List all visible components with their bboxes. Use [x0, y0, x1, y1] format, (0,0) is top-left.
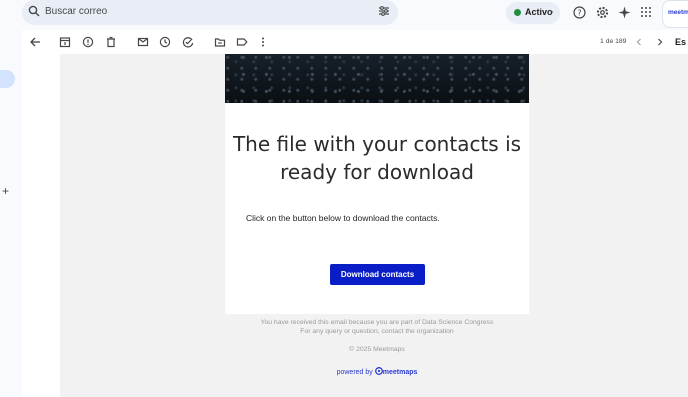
- search-icon[interactable]: [28, 5, 40, 21]
- chevron-down-icon: ⌄: [549, 8, 555, 15]
- help-icon[interactable]: ?: [573, 6, 586, 23]
- plus-icon[interactable]: +: [2, 184, 9, 198]
- archive-icon[interactable]: [59, 36, 71, 52]
- status-dot: [514, 9, 521, 16]
- move-icon[interactable]: [214, 36, 226, 52]
- report-icon[interactable]: [82, 36, 94, 52]
- meetmaps-logo-icon: [374, 367, 383, 377]
- label-icon[interactable]: [236, 36, 248, 52]
- snooze-icon[interactable]: [159, 36, 171, 52]
- footer-notice-line-1: You have received this email because you…: [260, 319, 494, 326]
- download-contacts-button[interactable]: Download contacts: [330, 264, 425, 285]
- email-hero-image: [225, 54, 529, 103]
- filter-icon[interactable]: [378, 5, 390, 21]
- copyright-text: © 2025 Meetmaps: [349, 346, 405, 353]
- message-toolbar: [22, 30, 688, 54]
- headline-line-2: ready for download: [280, 160, 474, 184]
- email-gutter: [22, 54, 60, 397]
- back-icon[interactable]: [29, 36, 41, 52]
- mark-unread-icon[interactable]: [137, 36, 149, 52]
- footer-notice-line-2: For any query or question, contact the o…: [300, 328, 454, 335]
- brand-chip-label: meetmaps: [668, 9, 688, 16]
- left-rail: [0, 54, 22, 397]
- powered-by[interactable]: powered by meetmaps: [225, 367, 529, 377]
- more-icon[interactable]: [258, 36, 268, 52]
- delete-icon[interactable]: [105, 36, 117, 52]
- headline-line-1: The file with your contacts is: [232, 132, 522, 156]
- email-body-text: Click on the button below to download th…: [246, 213, 440, 223]
- add-task-icon[interactable]: [182, 36, 194, 52]
- powered-by-brand: meetmaps: [382, 368, 418, 376]
- prev-icon[interactable]: [634, 36, 644, 52]
- input-language-label[interactable]: Es: [675, 37, 686, 47]
- svg-text:?: ?: [577, 9, 581, 18]
- powered-by-prefix: powered by: [336, 368, 373, 376]
- next-icon[interactable]: [655, 36, 665, 52]
- search-input[interactable]: Buscar correo: [45, 6, 107, 17]
- apps-icon[interactable]: [640, 6, 652, 22]
- settings-icon[interactable]: [596, 6, 609, 23]
- pagination-label: 1 de 189: [600, 38, 627, 45]
- email-headline: The file with your contacts is ready for…: [225, 130, 529, 186]
- sparkle-icon[interactable]: [618, 6, 631, 23]
